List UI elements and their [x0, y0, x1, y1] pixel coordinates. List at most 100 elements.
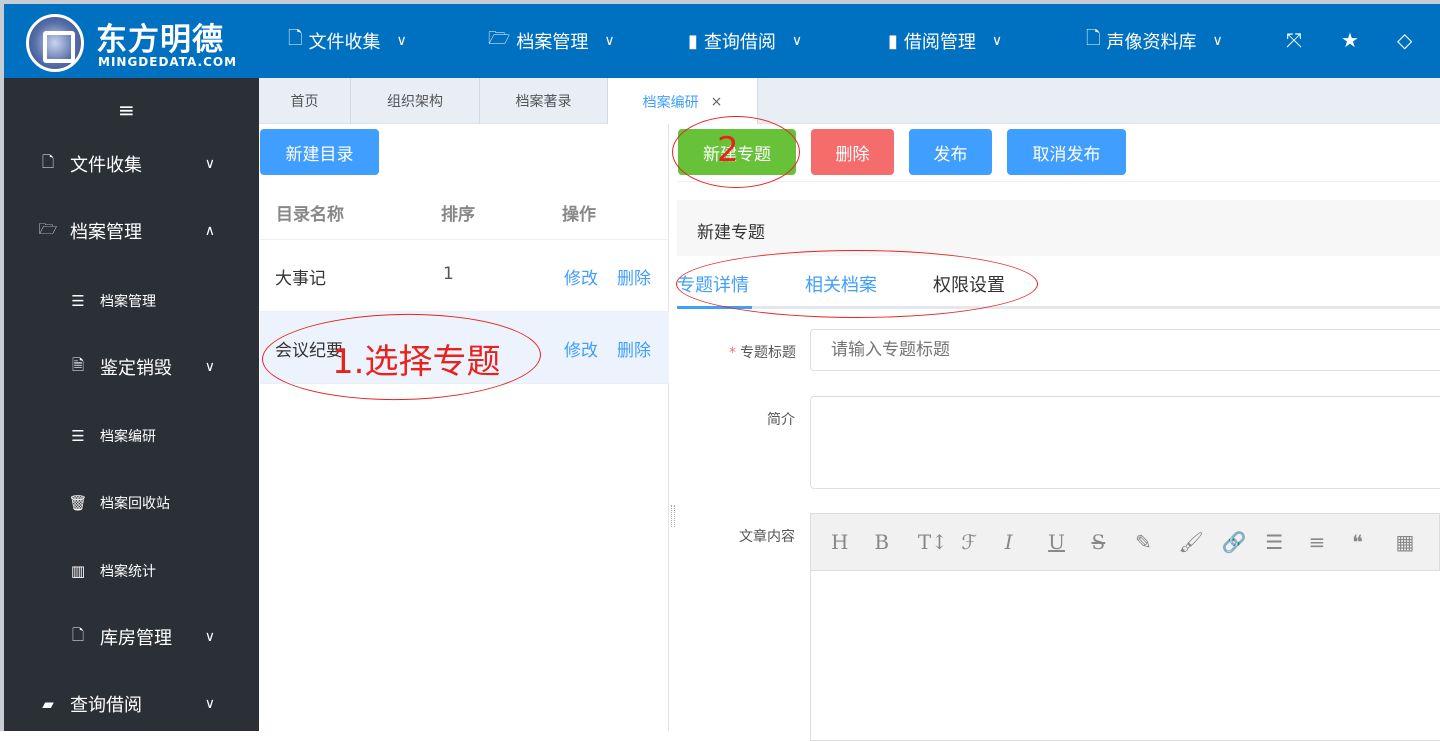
nav-label: 文件收集 — [308, 32, 381, 53]
delete-link[interactable]: 删除 — [617, 336, 651, 361]
delete-link[interactable]: 删除 — [617, 264, 651, 289]
content-label: 文章内容 — [739, 529, 795, 545]
resize-handle[interactable] — [671, 505, 675, 527]
table-row[interactable]: 大事记 1 修改 删除 — [260, 240, 669, 312]
edit-link[interactable]: 修改 — [564, 336, 598, 361]
tab-bar: 首页 组织架构 档案著录 档案编研 × — [259, 78, 1440, 125]
chevron-down-icon: ∨ — [204, 629, 215, 645]
unpublish-button[interactable]: 取消发布 — [1007, 129, 1126, 175]
underline-icon[interactable]: U — [1048, 530, 1091, 554]
list-icon[interactable]: ☰ — [1265, 530, 1308, 554]
column-header-actions: 操作 — [562, 205, 596, 225]
sidebar-subitem-archive-management[interactable]: ☰ 档案管理 — [4, 281, 259, 321]
tab-label: 档案编研 — [642, 94, 699, 111]
link-icon[interactable]: 🔗 — [1222, 530, 1265, 554]
logo-domain: MINGDEDATA.COM — [98, 55, 238, 69]
heading-icon[interactable]: H — [831, 530, 874, 554]
book-icon: ▮ — [688, 30, 698, 52]
publish-button[interactable]: 发布 — [909, 129, 992, 175]
bold-icon[interactable]: B — [874, 530, 917, 554]
chevron-down-icon: ∨ — [204, 359, 215, 375]
logo-mark-icon — [26, 14, 84, 72]
cell-order: 1 — [443, 264, 454, 284]
dialog-title: 新建专题 — [697, 223, 765, 243]
sidebar-label: 文件收集 — [70, 155, 142, 176]
chevron-down-icon: ∨ — [396, 33, 407, 49]
tab-organization[interactable]: 组织架构 — [351, 78, 480, 124]
sidebar-label: 库房管理 — [100, 628, 172, 649]
sidebar-subitem-statistics[interactable]: ▥ 档案统计 — [4, 551, 259, 591]
nav-archive-management[interactable]: 🗁 档案管理 ∨ — [488, 4, 615, 78]
dialog-header: 新建专题 — [677, 200, 1440, 256]
chevron-down-icon: ∨ — [204, 696, 215, 712]
title-label: 专题标题 — [740, 345, 796, 361]
sidebar-label: 档案编研 — [100, 429, 156, 445]
cell-name: 大事记 — [275, 269, 326, 289]
sidebar-label: 档案回收站 — [100, 496, 170, 512]
font-family-icon[interactable]: ℱ — [961, 530, 1004, 554]
close-icon[interactable]: × — [711, 94, 723, 110]
chevron-up-icon: ∧ — [204, 223, 215, 239]
edit-link[interactable]: 修改 — [564, 264, 598, 289]
pdf-file-icon: 🗋 — [41, 152, 55, 171]
annotation-step1: 1.选择专题 — [332, 342, 501, 382]
table-header-strip — [677, 181, 1440, 200]
sidebar-subitem-warehouse[interactable]: 🗋 库房管理 ∨ — [4, 617, 259, 657]
nav-audio-video-library[interactable]: 🗋 声像资料库 ∨ — [1086, 4, 1223, 78]
editor-toolbar: H B T↕ ℱ I U S ✎ 🖌 🔗 ☰ ≡ ❝ ▦ — [810, 513, 1440, 571]
intro-textarea[interactable] — [810, 396, 1440, 489]
logo[interactable]: 东方明德 MINGDEDATA.COM — [26, 12, 266, 72]
fullscreen-icon[interactable]: ⤧ — [1286, 28, 1302, 52]
chevron-down-icon: ∨ — [1212, 33, 1223, 49]
bookmark-icon: ▮ — [888, 30, 898, 52]
hamburger-icon[interactable]: ≡ — [118, 98, 135, 122]
sidebar-label: 档案管理 — [70, 222, 142, 243]
nav-borrow-management[interactable]: ▮ 借阅管理 ∨ — [888, 4, 1002, 78]
annotation-step2: 2 — [717, 130, 739, 170]
quote-icon[interactable]: ❝ — [1352, 530, 1395, 554]
tab-label: 档案著录 — [515, 94, 572, 110]
annotation-ellipse — [676, 250, 1038, 318]
folder-open-icon: 🗁 — [38, 219, 58, 238]
nav-label: 查询借阅 — [703, 32, 776, 53]
column-header-name: 目录名称 — [276, 205, 344, 225]
new-catalog-button[interactable]: 新建目录 — [260, 129, 379, 175]
delete-topic-button[interactable]: 删除 — [811, 129, 894, 175]
background-color-icon[interactable]: 🖌 — [1178, 530, 1221, 554]
chevron-down-icon: ∨ — [204, 156, 215, 172]
tab-label: 组织架构 — [387, 94, 443, 110]
sidebar: ≡ 🗋 文件收集 ∨ 🗁 档案管理 ∧ ☰ 档案管理 🗎 鉴定销毁 ∨ ☰ 档案编研 🗑 档案回收… — [4, 78, 259, 731]
sidebar-item-archive-management[interactable]: 🗁 档案管理 ∧ — [4, 211, 259, 251]
sidebar-item-file-collection[interactable]: 🗋 文件收集 ∨ — [4, 144, 259, 184]
italic-icon[interactable]: I — [1005, 530, 1048, 554]
font-size-icon[interactable]: T↕ — [918, 530, 961, 554]
align-icon[interactable]: ≡ — [1309, 530, 1352, 554]
nav-file-collection[interactable]: 🗋 文件收集 ∨ — [288, 4, 407, 78]
text-color-icon[interactable]: ✎ — [1135, 530, 1178, 554]
sidebar-label: 鉴定销毁 — [100, 358, 172, 379]
tab-archive-entry[interactable]: 档案著录 — [480, 78, 608, 124]
star-icon[interactable]: ★ — [1341, 28, 1359, 52]
sidebar-label: 查询借阅 — [70, 695, 142, 716]
sidebar-item-query-borrow[interactable]: ▰ 查询借阅 ∨ — [4, 684, 259, 724]
table-icon[interactable]: ▦ — [1395, 530, 1438, 554]
sidebar-subitem-appraisal-destruction[interactable]: 🗎 鉴定销毁 ∨ — [4, 347, 259, 387]
nav-label: 借阅管理 — [903, 32, 976, 53]
diamond-icon[interactable]: ◇ — [1397, 28, 1412, 52]
topic-title-input[interactable] — [810, 329, 1440, 371]
list-icon: ☰ — [71, 427, 85, 445]
strikethrough-icon[interactable]: S — [1092, 530, 1135, 554]
pdf-file-icon: 🗋 — [288, 28, 303, 49]
nav-query-borrow[interactable]: ▮ 查询借阅 ∨ — [688, 4, 802, 78]
tab-home[interactable]: 首页 — [259, 78, 351, 124]
sidebar-subitem-archive-compilation[interactable]: ☰ 档案编研 — [4, 416, 259, 456]
chevron-down-icon: ∨ — [604, 33, 615, 49]
tab-label: 首页 — [290, 94, 319, 110]
trash-icon: 🗑 — [68, 494, 88, 512]
sidebar-label: 档案统计 — [100, 564, 156, 580]
top-header: 东方明德 MINGDEDATA.COM 🗋 文件收集 ∨ 🗁 档案管理 ∨ ▮ 查询借阅 ∨… — [4, 4, 1440, 78]
sidebar-subitem-recycle-bin[interactable]: 🗑 档案回收站 — [4, 483, 259, 523]
folder-open-icon: 🗁 — [488, 28, 511, 49]
chevron-down-icon: ∨ — [791, 33, 803, 49]
editor-content[interactable] — [810, 571, 1440, 741]
